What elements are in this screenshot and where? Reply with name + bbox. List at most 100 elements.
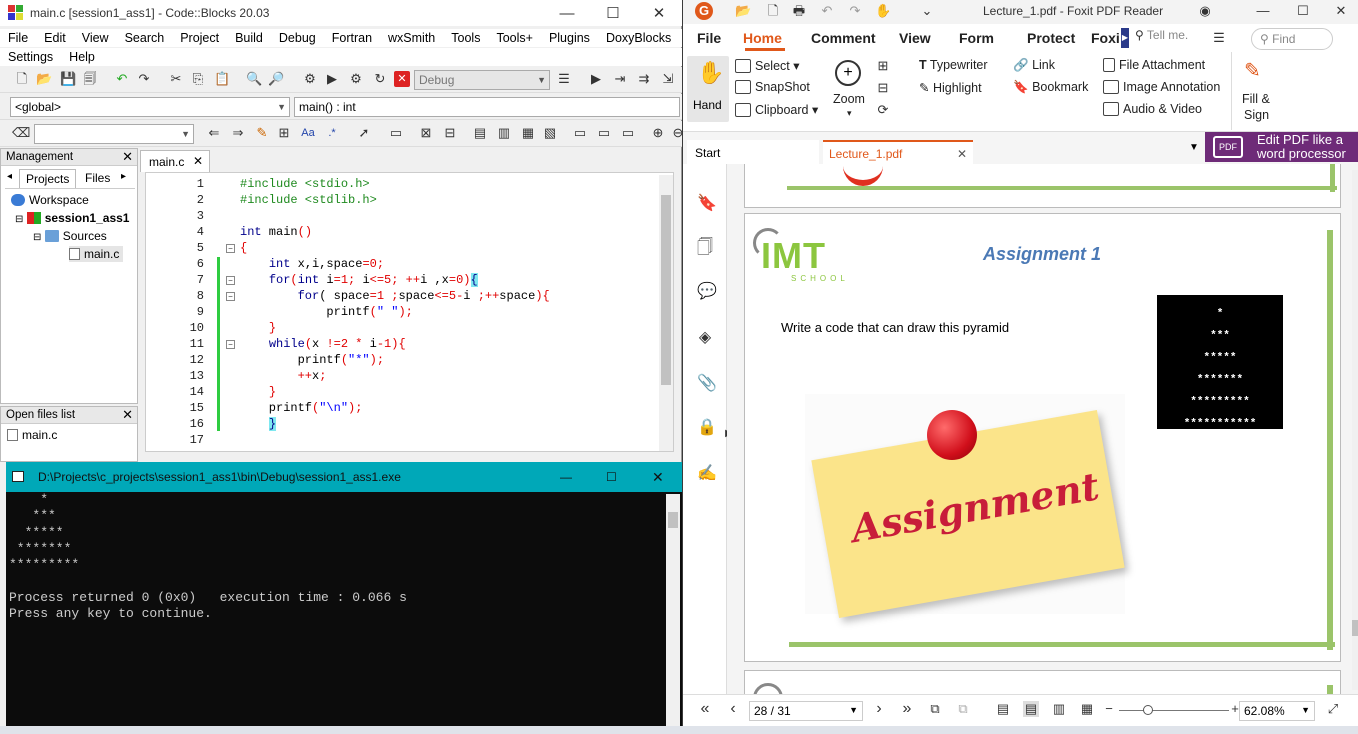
fold-marker-icon[interactable]: − (226, 276, 235, 285)
tree-workspace[interactable]: Workspace (11, 192, 89, 208)
tell-me-box[interactable]: ⚲ Tell me. (1135, 28, 1215, 48)
menu-search[interactable]: Search (117, 29, 173, 47)
code-line[interactable]: } (240, 385, 276, 399)
continuous-facing-icon[interactable]: ▦ (1079, 701, 1095, 717)
bookmark-panel-icon[interactable]: 🔖 (697, 196, 717, 212)
continue-icon[interactable]: ▭ (596, 125, 612, 141)
undo-icon[interactable]: ↶ (819, 3, 835, 19)
paste-icon[interactable]: 📋 (214, 71, 230, 87)
continuous-page-icon[interactable]: ▤ (1023, 701, 1039, 717)
console-scroll-thumb[interactable] (668, 512, 678, 528)
previous-view-icon[interactable]: ⧉ (927, 701, 943, 717)
menu-form[interactable]: Form (959, 30, 994, 46)
tab-lecture[interactable]: Lecture_1.pdf ✕ (823, 140, 973, 164)
tree-file-main[interactable]: main.c (69, 246, 124, 262)
console-minimize-button[interactable]: — (560, 462, 572, 492)
code-line[interactable]: #include <stdio.h> (240, 177, 370, 191)
menu-protect[interactable]: Protect (1027, 30, 1075, 46)
selected-text-icon[interactable]: ⊞ (276, 125, 292, 141)
prev-page-icon[interactable]: ‹ (725, 701, 741, 717)
rotate-icon[interactable]: ⟳ (875, 102, 891, 118)
close-button[interactable]: ✕ (1333, 3, 1349, 19)
account-icon[interactable]: ◉ (1197, 3, 1213, 19)
code-editor[interactable]: 1 #include <stdio.h> 2 #include <stdlib.h> 3… (145, 172, 674, 452)
audio-video-button[interactable]: Audio & Video (1103, 102, 1202, 116)
code-line[interactable]: ++x; (240, 369, 327, 383)
file-attachment-button[interactable]: File Attachment (1103, 58, 1205, 72)
console-scrollbar[interactable] (666, 494, 680, 734)
menu-view[interactable]: View (74, 29, 117, 47)
search-back-icon[interactable]: ⇐ (206, 125, 222, 141)
facing-icon[interactable]: ▥ (1051, 701, 1067, 717)
tab-projects[interactable]: Projects (19, 169, 77, 188)
fullscreen-icon[interactable]: ⤢ (1325, 701, 1341, 717)
last-page-icon[interactable]: » (899, 701, 915, 717)
menu-tools[interactable]: Tools (443, 29, 488, 47)
menu-fortran[interactable]: Fortran (324, 29, 380, 47)
tab-scroll-left-icon[interactable]: ◂ (7, 171, 12, 182)
doc-scrollbar[interactable] (1352, 170, 1358, 690)
run-to-cursor-icon[interactable]: ⇥ (612, 71, 628, 87)
management-close-icon[interactable]: ✕ (122, 149, 133, 165)
select-button[interactable]: Select ▾ (735, 58, 800, 73)
close-button[interactable]: ✕ (636, 0, 682, 26)
search-forward-icon[interactable]: ⇒ (230, 125, 246, 141)
minimize-button[interactable]: — (544, 0, 590, 26)
statement-icon[interactable]: ▤ (472, 125, 488, 141)
cut-icon[interactable]: ✂ (168, 71, 184, 87)
for-icon[interactable]: ▦ (520, 125, 536, 141)
abort-icon[interactable]: ✕ (394, 71, 410, 87)
zoom-dropdown-icon[interactable]: ▾ (847, 108, 852, 119)
fill-sign-button[interactable]: ✎ Fill & Sign (1231, 52, 1277, 130)
while-icon[interactable]: ▥ (496, 125, 512, 141)
code-line[interactable]: while(x !=2 * i-1){ (240, 337, 406, 351)
case-icon[interactable]: ▧ (542, 125, 558, 141)
next-line-icon[interactable]: ⇉ (636, 71, 652, 87)
fold-marker-icon[interactable]: − (226, 292, 235, 301)
code-line[interactable]: printf(" "); (240, 305, 412, 319)
decision-icon[interactable]: ⊠ (418, 125, 434, 141)
redo-icon[interactable]: ↷ (847, 3, 863, 19)
editor-tab-close-icon[interactable]: ✕ (193, 154, 203, 168)
editor-scroll-thumb[interactable] (661, 195, 671, 385)
console-close-button[interactable]: ✕ (652, 462, 664, 492)
minimize-button[interactable]: — (1255, 3, 1271, 19)
editor-tab-main[interactable]: main.c ✕ (140, 150, 210, 172)
code-line[interactable]: printf("*"); (240, 353, 384, 367)
open-file-item[interactable]: main.c (7, 427, 57, 443)
tree-project[interactable]: ⊟ session1_ass1 (15, 210, 129, 228)
next-view-icon[interactable]: ⧉ (955, 701, 971, 717)
zoom-slider[interactable] (1119, 705, 1229, 715)
promo-banner[interactable]: PDF Edit PDF like a word processor (1205, 132, 1358, 162)
save-all-icon[interactable]: 🗐 (82, 71, 98, 87)
signatures-panel-icon[interactable]: ✍ (697, 466, 717, 482)
tabs-dropdown-icon[interactable]: ▼ (1189, 142, 1199, 153)
code-line[interactable]: for( space=1 ;space<=5-i ;++space){ (240, 289, 550, 303)
editor-scrollbar[interactable] (659, 175, 673, 451)
save-icon[interactable]: 🗋 (765, 3, 781, 19)
step-into-icon[interactable]: ⇲ (660, 71, 676, 87)
menu-view[interactable]: View (899, 30, 931, 46)
replace-icon[interactable]: 🔎 (268, 71, 284, 87)
first-page-icon[interactable]: « (697, 701, 713, 717)
code-line[interactable]: #include <stdlib.h> (240, 193, 377, 207)
return-icon[interactable]: ▭ (620, 125, 636, 141)
fold-marker-icon[interactable]: − (226, 340, 235, 349)
menu-doxyblocks[interactable]: DoxyBlocks (598, 29, 679, 47)
redo-icon[interactable]: ↷ (136, 71, 152, 87)
zoom-icon[interactable]: + (835, 60, 861, 86)
customize-icon[interactable]: ⌄ (919, 3, 935, 19)
match-case-icon[interactable]: Aa (300, 125, 316, 141)
menu-build[interactable]: Build (227, 29, 271, 47)
code-line[interactable]: for(int i=1; i<=5; ++i ,x=0){ (240, 273, 478, 287)
open-icon[interactable]: 📂 (735, 3, 751, 19)
typewriter-button[interactable]: T Typewriter (919, 58, 988, 72)
ribbon-scroll-icon[interactable]: ▶ (1121, 28, 1129, 48)
single-page-icon[interactable]: ▤ (995, 701, 1011, 717)
menu-help[interactable]: Help (61, 48, 103, 66)
menu-file[interactable]: File (697, 30, 721, 46)
code-line[interactable]: { (240, 241, 247, 255)
fold-marker-icon[interactable]: − (226, 244, 235, 253)
page-number-input[interactable]: 28 / 31 ▼ (749, 701, 863, 721)
build-settings-icon[interactable]: ⚙ (302, 71, 318, 87)
